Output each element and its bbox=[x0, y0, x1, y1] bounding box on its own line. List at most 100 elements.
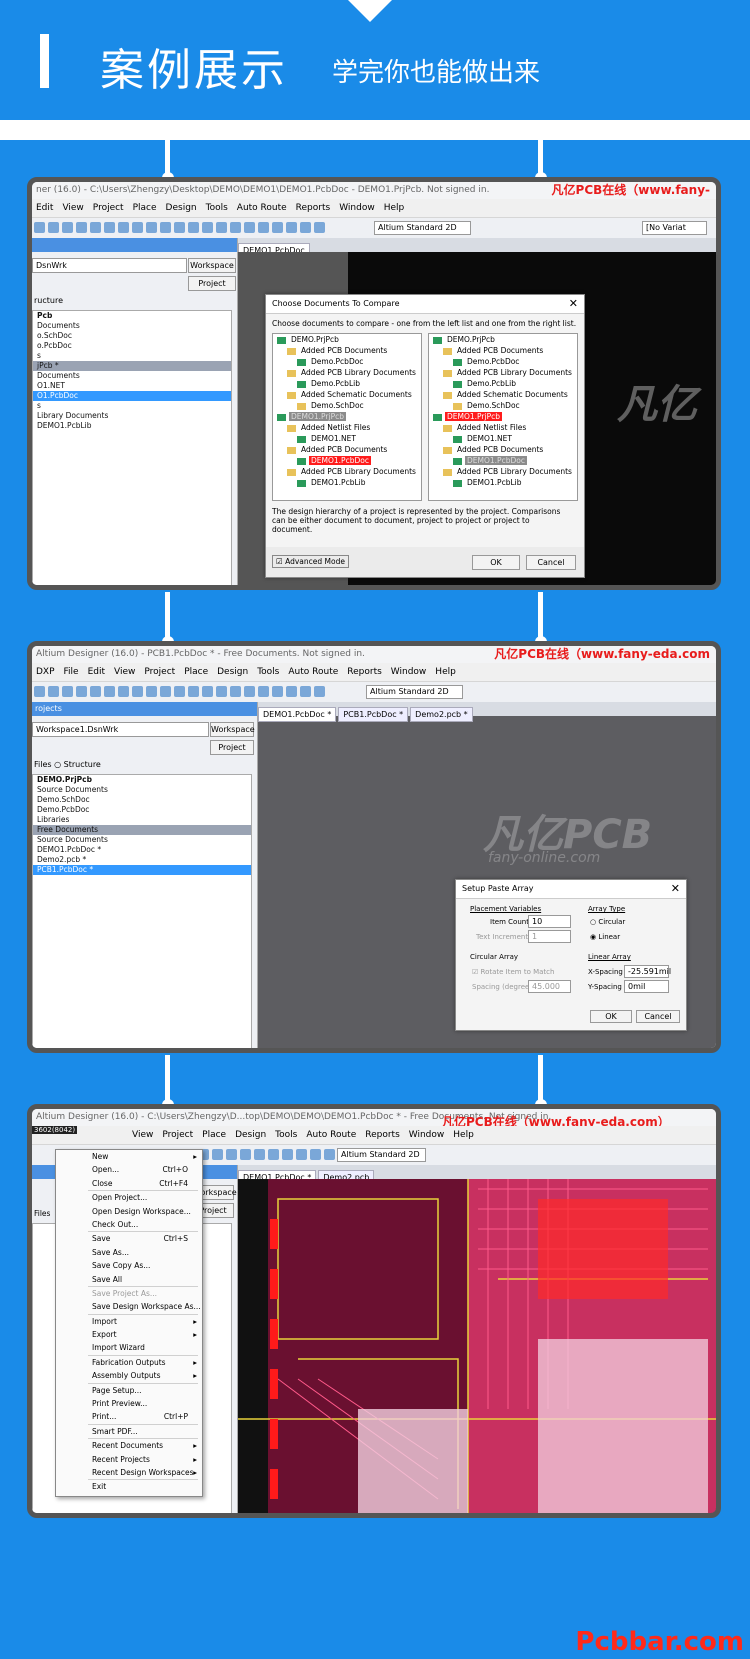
menu-item-view[interactable]: View bbox=[114, 667, 135, 677]
tree-item[interactable]: s bbox=[33, 401, 231, 411]
toolbar-icon[interactable] bbox=[48, 222, 59, 233]
toolbar-icon[interactable] bbox=[202, 222, 213, 233]
ok-button[interactable]: OK bbox=[590, 1010, 632, 1023]
document-tree-item[interactable]: Added PCB Library Documents bbox=[429, 466, 577, 477]
menu-item-save-copy-as[interactable]: Save Copy As... bbox=[56, 1259, 202, 1272]
menu-item-help[interactable]: Help bbox=[384, 203, 405, 213]
toolbar-icon[interactable] bbox=[174, 222, 185, 233]
menu-item-view[interactable]: View bbox=[132, 1130, 153, 1140]
document-tree-item[interactable]: DEMO1.PrjPcb bbox=[429, 411, 577, 422]
document-tree-item[interactable]: Added Netlist Files bbox=[429, 422, 577, 433]
right-document-list[interactable]: DEMO.PrjPcb Added PCB Documents Demo.PcbDo… bbox=[428, 333, 578, 501]
menu-item-smart-pdf[interactable]: Smart PDF... bbox=[56, 1425, 202, 1438]
menu-item-help[interactable]: Help bbox=[435, 667, 456, 677]
menu-item-design[interactable]: Design bbox=[217, 667, 248, 677]
menu-item-project[interactable]: Project bbox=[93, 203, 124, 213]
menu-item-file[interactable]: File bbox=[64, 667, 79, 677]
menu-item-recent-projects[interactable]: Recent Projects ▸ bbox=[56, 1453, 202, 1466]
toolbar-icon[interactable] bbox=[258, 686, 269, 697]
toolbar-icon[interactable] bbox=[146, 686, 157, 697]
document-tree-item[interactable]: Added PCB Documents bbox=[429, 345, 577, 356]
menu-item-design[interactable]: Design bbox=[166, 203, 197, 213]
workspace-button[interactable]: Workspace bbox=[188, 258, 236, 273]
tree-item[interactable]: s bbox=[33, 351, 231, 361]
tree-item[interactable]: DEMO1.PcbLib bbox=[33, 421, 231, 431]
document-tree-item[interactable]: Added PCB Documents bbox=[429, 444, 577, 455]
document-tree-item[interactable]: Added Schematic Documents bbox=[273, 389, 421, 400]
files-structure-radio[interactable]: Files ○ Structure bbox=[34, 760, 101, 769]
menu-item-design[interactable]: Design bbox=[235, 1130, 266, 1140]
document-tree-item[interactable]: Demo.PcbDoc bbox=[429, 356, 577, 367]
toolbar-icon[interactable] bbox=[216, 686, 227, 697]
menu-item-auto-route[interactable]: Auto Route bbox=[306, 1130, 356, 1140]
toolbar-icon[interactable] bbox=[310, 1149, 321, 1160]
document-tree-item[interactable]: Added PCB Library Documents bbox=[273, 466, 421, 477]
menu-item-tools[interactable]: Tools bbox=[206, 203, 228, 213]
menu-item-auto-route[interactable]: Auto Route bbox=[288, 667, 338, 677]
menu-item-close[interactable]: Close Ctrl+F4 bbox=[56, 1177, 202, 1190]
project-button[interactable]: Project bbox=[188, 276, 236, 291]
tree-item[interactable]: Free Documents bbox=[33, 825, 251, 835]
toolbar-icon[interactable] bbox=[212, 1149, 223, 1160]
menu-item-new[interactable]: New ▸ bbox=[56, 1150, 202, 1163]
toolbar-icon[interactable] bbox=[216, 222, 227, 233]
advanced-mode-checkbox[interactable]: ☑ Advanced Mode bbox=[272, 555, 349, 568]
document-tree-item[interactable]: Added Schematic Documents bbox=[429, 389, 577, 400]
rotate-checkbox[interactable]: ☑ Rotate Item to Match bbox=[472, 968, 554, 976]
menu-item-tools[interactable]: Tools bbox=[275, 1130, 297, 1140]
menu-item-print[interactable]: Print... Ctrl+P bbox=[56, 1410, 202, 1423]
toolbar-icon[interactable] bbox=[258, 222, 269, 233]
document-tree-item[interactable]: DEMO1.NET bbox=[429, 433, 577, 444]
variant-select[interactable]: [No Variat bbox=[642, 221, 707, 235]
workspace-select[interactable]: DsnWrk bbox=[32, 258, 187, 273]
menu-item-save[interactable]: Save Ctrl+S bbox=[56, 1232, 202, 1245]
document-tree-item[interactable]: DEMO1.NET bbox=[273, 433, 421, 444]
menu-item-place[interactable]: Place bbox=[184, 667, 208, 677]
document-tree-item[interactable]: Added PCB Documents bbox=[273, 345, 421, 356]
toolbar-icon[interactable] bbox=[132, 222, 143, 233]
tree-item[interactable]: Demo2.pcb * bbox=[33, 855, 251, 865]
y-spacing-input[interactable]: 0mil bbox=[624, 980, 669, 993]
close-icon[interactable]: ✕ bbox=[569, 295, 578, 313]
tree-item[interactable]: Documents bbox=[33, 371, 231, 381]
toolbar-icon[interactable] bbox=[104, 222, 115, 233]
tree-item[interactable]: DEMO1.PcbDoc * bbox=[33, 845, 251, 855]
toolbar-icon[interactable] bbox=[118, 686, 129, 697]
menu-item-auto-route[interactable]: Auto Route bbox=[237, 203, 287, 213]
menu-item-page-setup[interactable]: Page Setup... bbox=[56, 1384, 202, 1397]
menu-item-recent-design-workspaces[interactable]: Recent Design Workspaces ▸ bbox=[56, 1466, 202, 1479]
document-tree-item[interactable]: Added PCB Library Documents bbox=[273, 367, 421, 378]
tree-item[interactable]: DEMO.PrjPcb bbox=[33, 775, 251, 785]
toolbar-icon[interactable] bbox=[282, 1149, 293, 1160]
menu-item-print-preview[interactable]: Print Preview... bbox=[56, 1397, 202, 1410]
document-tree-item[interactable]: DEMO1.PcbLib bbox=[273, 477, 421, 488]
tree-item[interactable]: Library Documents bbox=[33, 411, 231, 421]
document-tab[interactable]: DEMO1.PcbDoc * bbox=[258, 707, 337, 722]
toolbar-icon[interactable] bbox=[286, 686, 297, 697]
document-tree-item[interactable]: Demo.SchDoc bbox=[273, 400, 421, 411]
document-tree-item[interactable]: DEMO1.PcbLib bbox=[429, 477, 577, 488]
spacing-input[interactable]: 45.000 bbox=[528, 980, 571, 993]
toolbar-icon[interactable] bbox=[272, 222, 283, 233]
menu-item-place[interactable]: Place bbox=[202, 1130, 226, 1140]
menu-item-reports[interactable]: Reports bbox=[365, 1130, 400, 1140]
toolbar-icon[interactable] bbox=[62, 686, 73, 697]
menu-item-fabrication-outputs[interactable]: Fabrication Outputs ▸ bbox=[56, 1356, 202, 1369]
toolbar-icon[interactable] bbox=[268, 1149, 279, 1160]
menu-item-exit[interactable]: Exit bbox=[56, 1480, 202, 1493]
toolbar-icon[interactable] bbox=[160, 222, 171, 233]
toolbar-icon[interactable] bbox=[76, 222, 87, 233]
document-tree-item[interactable]: Demo.SchDoc bbox=[429, 400, 577, 411]
document-tree-item[interactable]: Added PCB Documents bbox=[273, 444, 421, 455]
toolbar-icon[interactable] bbox=[146, 222, 157, 233]
menu-item-reports[interactable]: Reports bbox=[347, 667, 382, 677]
menu-item-save-design-workspace-as[interactable]: Save Design Workspace As... bbox=[56, 1300, 202, 1313]
toolbar-icon[interactable] bbox=[324, 1149, 335, 1160]
toolbar-icon[interactable] bbox=[226, 1149, 237, 1160]
menu-item-open[interactable]: Open... Ctrl+O bbox=[56, 1163, 202, 1176]
x-spacing-input[interactable]: -25.591mil bbox=[624, 965, 671, 978]
menu-item-save-all[interactable]: Save All bbox=[56, 1273, 202, 1286]
toolbar-icon[interactable] bbox=[272, 686, 283, 697]
project-button[interactable]: Project bbox=[210, 740, 254, 755]
workspace-button[interactable]: Workspace bbox=[210, 722, 255, 737]
